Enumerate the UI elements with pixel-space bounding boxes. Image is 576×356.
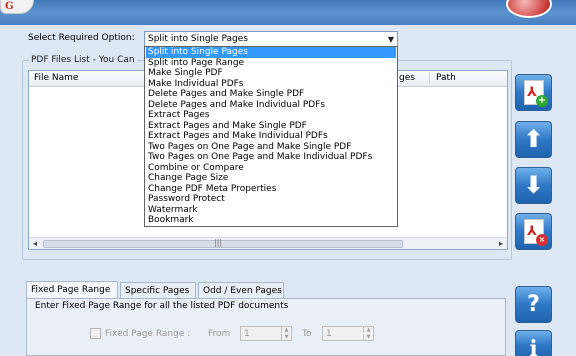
option-select[interactable]: Split into Single Pages ▼ (144, 31, 398, 47)
tab-specific-pages[interactable]: Specific Pages (120, 282, 196, 299)
select-option-label: Select Required Option: (28, 33, 135, 43)
spin-up-icon[interactable]: ▲ (281, 327, 291, 333)
fixed-page-range-checkbox[interactable] (90, 328, 101, 339)
fixed-page-range-label: Fixed Page Range : (105, 329, 191, 339)
dropdown-option[interactable]: Delete Pages and Make Individual PDFs (146, 100, 396, 111)
tab-fixed-page-range[interactable]: Fixed Page Range (26, 281, 118, 299)
tab-odd-even-pages[interactable]: Odd / Even Pages (198, 282, 284, 299)
option-select-value: Split into Single Pages (148, 34, 248, 44)
info-icon: i (529, 336, 538, 356)
to-page-stepper[interactable]: 1 ▲ ▼ (322, 326, 374, 341)
add-pdf-button[interactable]: ⅄ + (515, 74, 552, 111)
column-separator[interactable] (429, 72, 430, 85)
dropdown-option[interactable]: Two Pages on One Page and Make Single PD… (146, 142, 396, 153)
help-icon: ? (527, 292, 540, 317)
dropdown-option[interactable]: Extract Pages and Make Single PDF (146, 121, 396, 132)
remove-icon: × (536, 234, 548, 246)
help-button[interactable]: ? (515, 286, 552, 323)
from-label: From (208, 329, 231, 339)
move-down-button[interactable]: ⬇ (515, 167, 552, 204)
brand-logo-icon (506, 0, 552, 18)
dropdown-option[interactable]: Change PDF Meta Properties (146, 184, 396, 195)
app-logo: G (0, 0, 34, 14)
from-page-stepper[interactable]: 1 ▲ ▼ (240, 326, 292, 341)
spin-up-icon[interactable]: ▲ (363, 327, 373, 333)
arrow-up-icon: ⬆ (523, 125, 544, 153)
dropdown-option[interactable]: Make Individual PDFs (146, 79, 396, 90)
dropdown-option[interactable]: Bookmark (146, 215, 396, 226)
chevron-down-icon[interactable]: ▼ (388, 35, 394, 44)
fixed-range-group-title: Enter Fixed Page Range for all the liste… (35, 301, 289, 311)
arrow-down-icon: ⬇ (523, 171, 544, 199)
info-button[interactable]: i (515, 330, 552, 356)
dropdown-option[interactable]: Password Protect (146, 194, 396, 205)
spin-down-icon[interactable]: ▼ (281, 334, 291, 340)
dropdown-option[interactable]: Change Page Size (146, 173, 396, 184)
scroll-left-icon[interactable]: ◂ (33, 239, 37, 248)
scrollbar-grip-icon: ||| (214, 238, 223, 247)
dropdown-option[interactable]: Watermark (146, 205, 396, 216)
dropdown-option[interactable]: Delete Pages and Make Single PDF (146, 89, 396, 100)
dropdown-option[interactable]: Make Single PDF (146, 68, 396, 79)
column-pages[interactable]: ges (399, 73, 415, 83)
to-page-value: 1 (326, 329, 332, 339)
from-page-value: 1 (244, 329, 250, 339)
scrollbar-thumb[interactable]: ||| (43, 238, 403, 248)
spin-down-icon[interactable]: ▼ (363, 334, 373, 340)
title-bar: G (0, 0, 576, 25)
move-up-button[interactable]: ⬆ (515, 121, 552, 158)
dropdown-option[interactable]: Extract Pages (146, 110, 396, 121)
horizontal-scrollbar[interactable]: ◂ ||| ▸ (29, 237, 507, 249)
column-file-name[interactable]: File Name (34, 73, 78, 83)
dropdown-option[interactable]: Combine or Compare (146, 163, 396, 174)
to-label: To (302, 329, 312, 339)
dropdown-option[interactable]: Two Pages on One Page and Make Individua… (146, 152, 396, 163)
column-path[interactable]: Path (436, 73, 456, 83)
option-dropdown-list[interactable]: Split into Single Pages Split into Page … (144, 46, 398, 227)
remove-pdf-button[interactable]: ⅄ × (515, 213, 552, 250)
scroll-right-icon[interactable]: ▸ (499, 239, 503, 248)
dropdown-option[interactable]: Extract Pages and Make Individual PDFs (146, 131, 396, 142)
dropdown-option[interactable]: Split into Page Range (146, 58, 396, 69)
pdf-mark: ⅄ (527, 224, 537, 239)
pdf-mark: ⅄ (527, 85, 537, 100)
app-logo-text: G (5, 1, 14, 12)
pdf-files-group-title: PDF Files List - You Can (29, 55, 137, 65)
plus-icon: + (536, 95, 548, 107)
dropdown-option[interactable]: Split into Single Pages (146, 47, 396, 58)
